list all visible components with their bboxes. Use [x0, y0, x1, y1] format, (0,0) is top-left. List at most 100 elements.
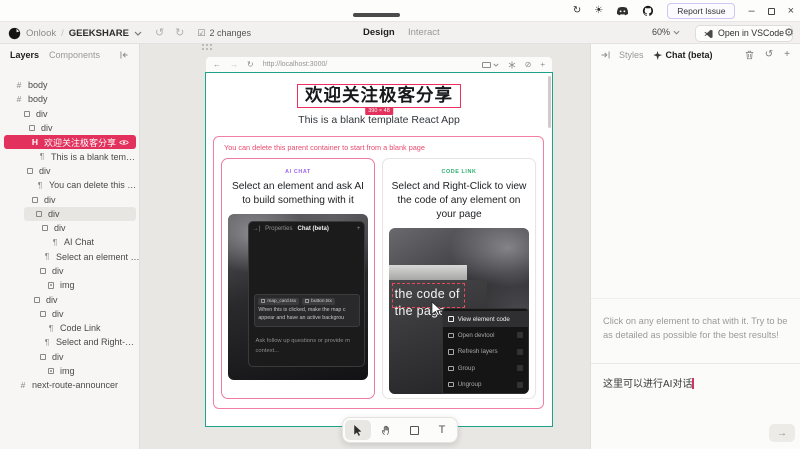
layer-row-img[interactable]: img [0, 278, 140, 292]
text-icon: ¶ [44, 251, 50, 262]
report-issue-button[interactable]: Report Issue [667, 2, 736, 20]
div-icon [32, 296, 42, 303]
hand-tool-button[interactable] [373, 420, 399, 440]
tab-interact[interactable]: Interact [408, 27, 440, 38]
url-field[interactable]: http://localhost:3000/ [263, 61, 473, 68]
text-icon: ¶ [39, 151, 45, 162]
redo-icon[interactable]: ↻ [175, 27, 184, 39]
chat-history-icon[interactable]: ↺ [765, 50, 773, 60]
tab-components[interactable]: Components [49, 50, 100, 60]
browser-back-icon[interactable]: ← [213, 60, 221, 69]
collapse-right-panel-icon[interactable] [601, 51, 610, 59]
shortcut-badge [517, 365, 523, 372]
code-link-card-image[interactable]: the code of the page View element code Op… [389, 228, 529, 395]
open-in-vscode-button[interactable]: Open in VSCode [695, 24, 794, 42]
layer-row--[interactable]: H 欢迎关注极客分享 [4, 135, 136, 150]
device-size-dropdown[interactable] [481, 61, 499, 68]
tab-styles[interactable]: Styles [619, 50, 644, 60]
chevron-down-icon[interactable] [134, 31, 142, 36]
parent-container[interactable]: You can delete this parent container to … [213, 136, 544, 409]
layer-row-select-an-element-and-[interactable]: ¶ Select an element and... [0, 250, 140, 264]
delete-chat-icon[interactable] [745, 50, 754, 60]
input-divider [591, 363, 800, 364]
mock-menu-item-group: Group [443, 360, 528, 376]
ai-chat-card[interactable]: AI CHAT Select an element and ask AI to … [221, 158, 375, 399]
div-icon [27, 125, 37, 132]
layer-row-div[interactable]: div [0, 264, 140, 278]
layer-row-div[interactable]: div [24, 206, 136, 221]
layer-row-ai-chat[interactable]: ¶ AI Chat [0, 235, 140, 249]
gear-icon[interactable]: ⚙ [784, 26, 794, 39]
layer-row-div[interactable]: div [0, 350, 140, 364]
layer-row-body[interactable]: # body [0, 78, 140, 92]
browser-refresh-icon[interactable]: ↻ [247, 60, 254, 69]
tab-layers[interactable]: Layers [10, 50, 39, 60]
layer-label: body [28, 80, 48, 91]
eye-visibility-icon[interactable] [119, 139, 129, 146]
minimize-icon[interactable]: – [748, 5, 754, 17]
layer-row-div[interactable]: div [0, 307, 140, 321]
layer-label: You can delete this paren... [49, 180, 140, 191]
layer-row-select-and-right-click-[interactable]: ¶ Select and Right-Click... [0, 335, 140, 349]
rectangle-tool-button[interactable] [401, 420, 427, 440]
mock-menu-item-refresh-layers: Refresh layers [443, 344, 528, 360]
add-frame-icon[interactable]: + [540, 60, 545, 69]
reload-app-icon[interactable]: ↻ [573, 6, 581, 16]
layer-row-this-is-a-blank-template-r-[interactable]: ¶ This is a blank template R... [0, 149, 140, 163]
text-tool-icon: T [438, 424, 446, 436]
layer-row-code-link[interactable]: ¶ Code Link [0, 321, 140, 335]
undo-icon[interactable]: ↺ [155, 27, 164, 39]
div-icon [30, 196, 40, 203]
page-subtitle[interactable]: This is a blank template React App [206, 114, 552, 126]
layer-label: AI Chat [64, 237, 95, 248]
code-link-card-title: Select and Right-Click to view the code … [391, 181, 527, 221]
menu-item-icon [448, 381, 454, 388]
discord-icon[interactable] [616, 6, 629, 16]
ai-chat-card-image[interactable]: →| Properties Chat (beta) + map_card.tsx… [228, 214, 368, 381]
theme-sun-icon[interactable]: ☀ [594, 6, 603, 16]
zoom-level-dropdown[interactable]: 60% [652, 27, 680, 37]
frame-drag-handle[interactable] [201, 43, 213, 51]
file-icon [261, 299, 266, 304]
container-warning-text[interactable]: You can delete this parent container to … [224, 143, 543, 152]
code-link-card[interactable]: CODE LINK Select and Right-Click to view… [382, 158, 536, 399]
project-name-label[interactable]: GEEKSHARE [69, 28, 129, 39]
tab-chat[interactable]: Chat (beta) [652, 50, 713, 60]
layer-row-div[interactable]: div [0, 192, 140, 206]
changes-indicator[interactable]: ☑ 2 changes [197, 28, 251, 39]
mock-menu-item-ungroup: Ungroup [443, 376, 528, 392]
hand-icon [381, 425, 389, 436]
layer-row-you-can-delete-this-paren-[interactable]: ¶ You can delete this paren... [0, 178, 140, 192]
onlook-logo-icon[interactable] [8, 27, 21, 40]
layer-row-div[interactable]: div [0, 292, 140, 306]
webview-frame[interactable]: 欢迎关注极客分享 390 × 48 This is a blank templa… [205, 72, 553, 427]
restore-icon[interactable] [767, 7, 775, 15]
layer-row-div[interactable]: div [0, 164, 140, 178]
collapse-left-panel-icon[interactable] [120, 51, 129, 59]
layer-row-div[interactable]: div [0, 121, 140, 135]
chat-help-text: Click on any element to chat with it. Tr… [603, 316, 788, 341]
chat-input[interactable]: 这里可以进行AI对话 [603, 375, 694, 390]
tab-design[interactable]: Design [363, 27, 395, 38]
layer-label: body [28, 94, 48, 105]
layer-row-div[interactable]: div [0, 221, 140, 235]
shortcut-badge [517, 381, 523, 388]
hide-frame-icon[interactable]: ⊘ [525, 60, 532, 69]
send-message-button[interactable]: → [769, 424, 795, 442]
layer-row-div[interactable]: div [0, 107, 140, 121]
theme-toggle-icon[interactable] [508, 60, 516, 69]
close-icon[interactable]: × [788, 5, 794, 17]
layer-row-body[interactable]: # body [0, 92, 140, 106]
browser-forward-icon[interactable]: → [230, 60, 238, 69]
new-chat-icon[interactable]: + [784, 50, 790, 60]
github-icon[interactable] [642, 5, 654, 17]
select-tool-button[interactable] [345, 420, 371, 440]
layer-row-img[interactable]: img [0, 364, 140, 378]
layers-panel: Layers Components # body # body div div H 欢迎关注极… [0, 44, 140, 449]
page-heading[interactable]: 欢迎关注极客分享 [297, 84, 461, 108]
canvas-toolbar: T [342, 417, 458, 443]
layer-row-next-route-announcer[interactable]: # next-route-announcer [0, 378, 140, 392]
text-icon: ¶ [48, 322, 54, 333]
text-tool-button[interactable]: T [429, 420, 455, 440]
panel-divider [591, 298, 800, 299]
